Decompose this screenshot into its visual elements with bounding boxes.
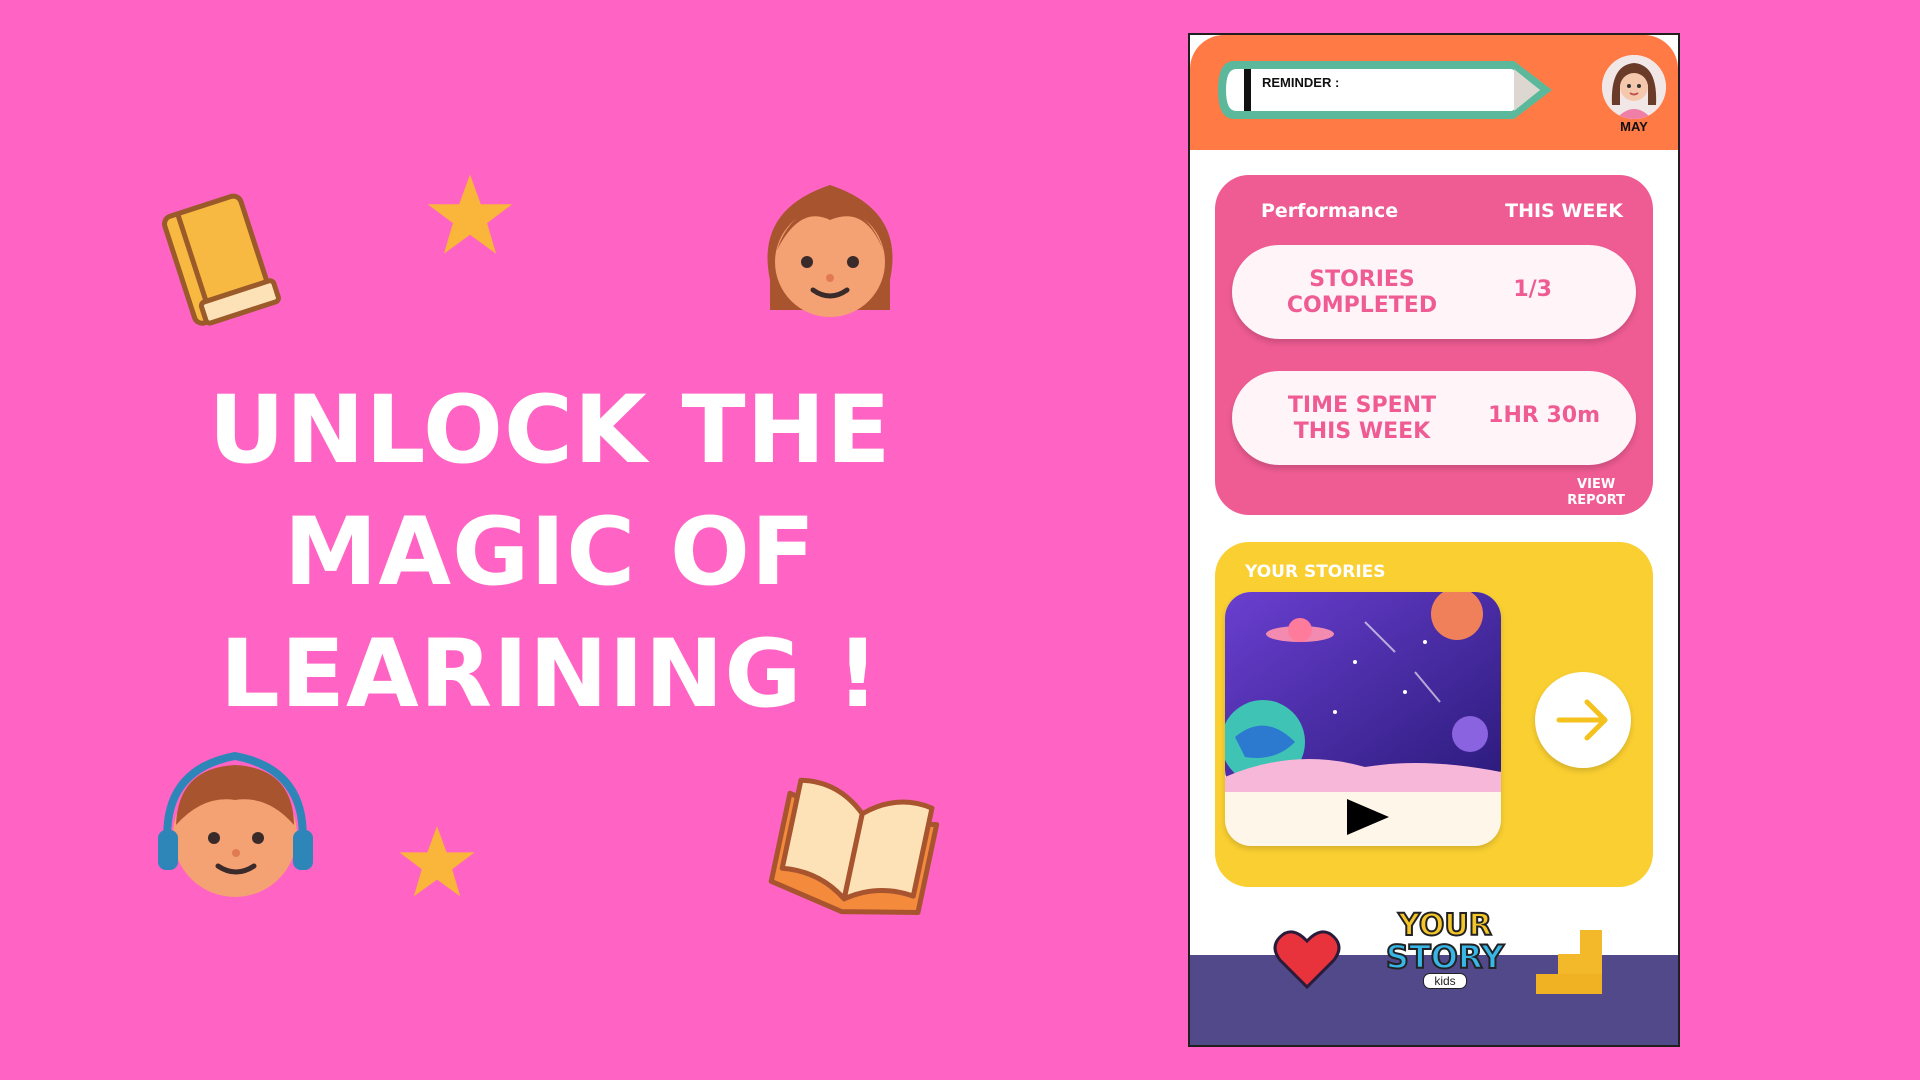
stat-label: TIME SPENT THIS WEEK bbox=[1262, 393, 1462, 445]
pencil-icon bbox=[1218, 61, 1552, 119]
hero-line-1: UNLOCK THE bbox=[208, 376, 892, 485]
hero-line-2: MAGIC OF bbox=[283, 498, 817, 607]
hero-headline: UNLOCK THE MAGIC OF LEARINING ! bbox=[180, 370, 920, 736]
view-report-line: REPORT bbox=[1567, 493, 1625, 508]
avatar[interactable] bbox=[1602, 55, 1666, 119]
stories-card: YOUR STORIES bbox=[1215, 542, 1653, 887]
star-icon bbox=[427, 174, 513, 254]
next-story-button[interactable] bbox=[1535, 672, 1631, 768]
open-book-icon bbox=[768, 777, 940, 916]
arrow-right-icon bbox=[1556, 699, 1608, 741]
boy-face-icon bbox=[158, 751, 313, 897]
bar-chart-icon[interactable] bbox=[1534, 926, 1606, 996]
play-icon[interactable] bbox=[1343, 797, 1393, 837]
stat-label-line: THIS WEEK bbox=[1293, 419, 1431, 444]
stat-stories-completed: STORIES COMPLETED 1/3 bbox=[1232, 245, 1636, 339]
reminder-label: REMINDER : bbox=[1262, 75, 1340, 90]
logo-line-1: YOUR bbox=[1397, 908, 1493, 943]
user-avatar-icon bbox=[1602, 55, 1666, 119]
performance-period: THIS WEEK bbox=[1505, 200, 1623, 222]
logo-line-2: STORY bbox=[1385, 938, 1505, 976]
book-icon bbox=[162, 193, 281, 326]
stat-label-line: COMPLETED bbox=[1286, 293, 1438, 318]
performance-title: Performance bbox=[1261, 200, 1399, 222]
stat-label-line: TIME SPENT bbox=[1287, 393, 1437, 418]
stat-label: STORIES COMPLETED bbox=[1262, 267, 1462, 319]
hero-line-3: LEARINING ! bbox=[219, 620, 881, 729]
stories-title: YOUR STORIES bbox=[1245, 562, 1386, 582]
app-logo[interactable]: YOUR STORY kids bbox=[1385, 908, 1505, 1021]
heart-icon[interactable] bbox=[1272, 927, 1342, 991]
star-icon bbox=[399, 826, 475, 897]
user-name: MAY bbox=[1620, 119, 1648, 134]
stat-label-line: STORIES bbox=[1309, 267, 1415, 292]
stat-time-spent: TIME SPENT THIS WEEK 1HR 30m bbox=[1232, 371, 1636, 465]
stat-value: 1HR 30m bbox=[1488, 403, 1600, 428]
phone-screen: REMINDER : MAY Performance THIS WEEK STO… bbox=[1188, 33, 1680, 1047]
space-story-thumbnail bbox=[1225, 592, 1501, 792]
view-report-line: VIEW bbox=[1577, 477, 1616, 492]
performance-card: Performance THIS WEEK STORIES COMPLETED … bbox=[1215, 175, 1653, 515]
reminder-input[interactable]: REMINDER : bbox=[1214, 55, 1554, 119]
stat-value: 1/3 bbox=[1513, 277, 1552, 302]
story-tile[interactable] bbox=[1225, 592, 1501, 846]
girl-face-icon bbox=[767, 185, 893, 317]
view-report-link[interactable]: VIEW REPORT bbox=[1567, 477, 1625, 509]
